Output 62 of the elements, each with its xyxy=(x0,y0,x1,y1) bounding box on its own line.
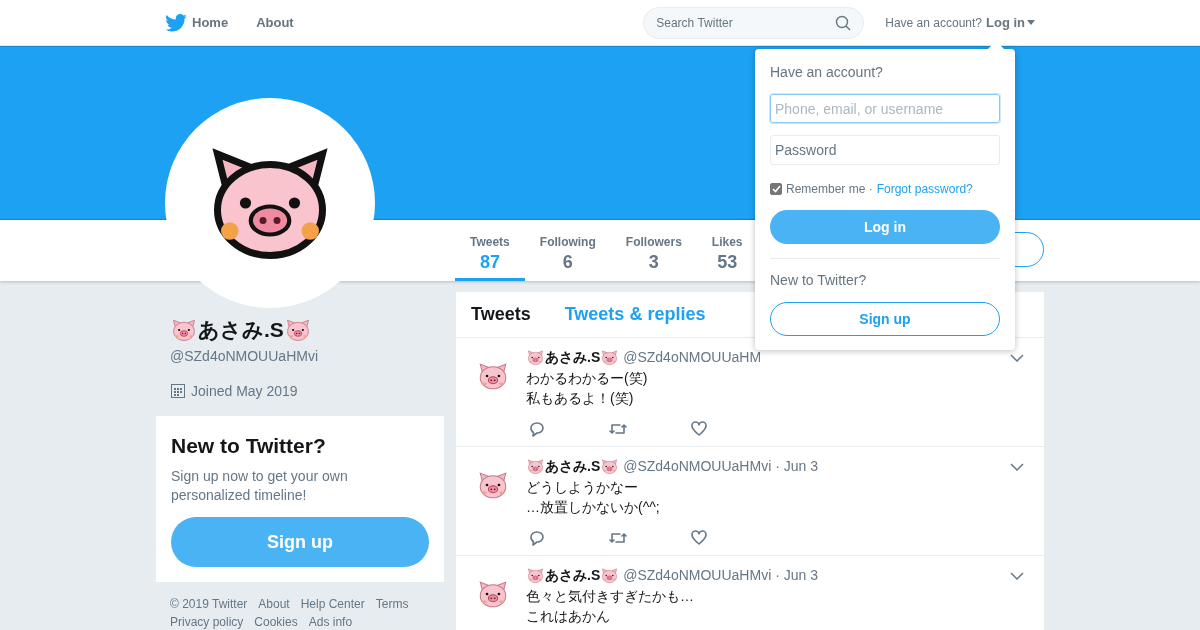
caret-icon[interactable] xyxy=(1027,20,1035,25)
tweet-text: どうしようかなー xyxy=(526,478,639,497)
new-user-prompt: New to Twitter? xyxy=(770,271,868,290)
stat-tab[interactable]: Likes 53 xyxy=(696,220,758,281)
remember-label: Remember me · xyxy=(786,181,873,198)
remember-checkbox[interactable] xyxy=(770,183,782,195)
profile-name: あさみ.S xyxy=(198,317,284,344)
stat-tab[interactable]: Following 6 xyxy=(524,220,611,281)
joined-date: Joined May 2019 xyxy=(191,381,298,401)
pig-face-icon xyxy=(526,566,545,585)
tweet-handle[interactable]: @SZd4oNMOUUaHMvi xyxy=(623,565,772,586)
username-field[interactable]: Phone, email, or username xyxy=(770,94,1000,123)
timeline-tab[interactable]: Tweets xyxy=(471,301,531,328)
tweet-handle[interactable]: @SZd4oNMOUUaHMvi xyxy=(623,456,772,477)
tweet-author-name[interactable]: あさみ.S xyxy=(545,347,601,368)
tweet-author-name[interactable]: あさみ.S xyxy=(545,456,601,477)
nav-link[interactable]: About xyxy=(256,12,294,33)
profile-handle: @SZd4oNMOUUaHMvi xyxy=(170,346,319,366)
reply-icon[interactable] xyxy=(528,529,546,547)
tweet-text: 色々と気付きすぎたかも… xyxy=(526,587,695,606)
pig-face-icon xyxy=(526,348,545,367)
pig-face-icon xyxy=(526,457,545,476)
tweet-author-name[interactable]: あさみ.S xyxy=(545,565,601,586)
account-prompt: Have an account? xyxy=(885,14,982,32)
footer-link[interactable]: © 2019 Twitter xyxy=(170,596,248,612)
forgot-password-link[interactable]: Forgot password? xyxy=(876,180,973,198)
timeline-tab[interactable]: Tweets & replies xyxy=(564,301,706,328)
chevron-down-icon[interactable] xyxy=(1010,353,1024,362)
calendar-icon xyxy=(170,383,186,399)
tweet-date[interactable]: · Jun 3 xyxy=(775,565,819,586)
chevron-down-icon[interactable] xyxy=(1010,571,1024,580)
chevron-down-icon[interactable] xyxy=(1010,462,1024,471)
pig-face-icon xyxy=(600,566,620,585)
footer-link[interactable]: Ads info xyxy=(308,614,353,630)
tweet-text: これはあかん xyxy=(526,607,611,626)
search-input[interactable]: Search Twitter xyxy=(656,13,836,32)
tweet-date[interactable]: · Jun 3 xyxy=(775,456,819,477)
tweet-text: 私もあるよ！(笑) xyxy=(526,389,635,408)
tweet-text: わかるわかるー(笑) xyxy=(526,369,649,388)
login-link[interactable]: Log in xyxy=(986,12,1025,33)
bird-logo-icon[interactable] xyxy=(165,13,187,32)
footer-link[interactable]: About xyxy=(258,596,290,612)
footer-link[interactable]: Terms xyxy=(375,596,409,612)
footer-link[interactable]: Help Center xyxy=(300,596,365,612)
stat-tab[interactable]: Tweets 87 xyxy=(455,220,525,281)
heart-icon[interactable] xyxy=(690,529,708,547)
tweet-text: …放置しかないか(^^; xyxy=(526,498,661,517)
tweet-handle[interactable]: @SZd4oNMOUUaHM xyxy=(623,347,762,368)
nav-link[interactable]: Home xyxy=(192,12,229,33)
dropdown-title: Have an account? xyxy=(770,63,884,81)
password-field[interactable]: Password xyxy=(770,135,1000,165)
heart-icon[interactable] xyxy=(690,420,708,438)
footer-link[interactable]: Cookies xyxy=(254,614,298,630)
search-field[interactable]: Search Twitter xyxy=(643,6,865,39)
card-text: Sign up now to get your own personalized timeline! xyxy=(171,467,349,505)
pig-face-icon xyxy=(600,348,620,367)
footer-link[interactable]: Privacy policy xyxy=(170,614,244,630)
pig-face-icon xyxy=(600,457,620,476)
stat-tab[interactable]: Followers 3 xyxy=(610,220,697,281)
card-title: New to Twitter? xyxy=(171,432,327,459)
reply-icon[interactable] xyxy=(528,420,546,438)
search-icon[interactable] xyxy=(835,14,852,31)
